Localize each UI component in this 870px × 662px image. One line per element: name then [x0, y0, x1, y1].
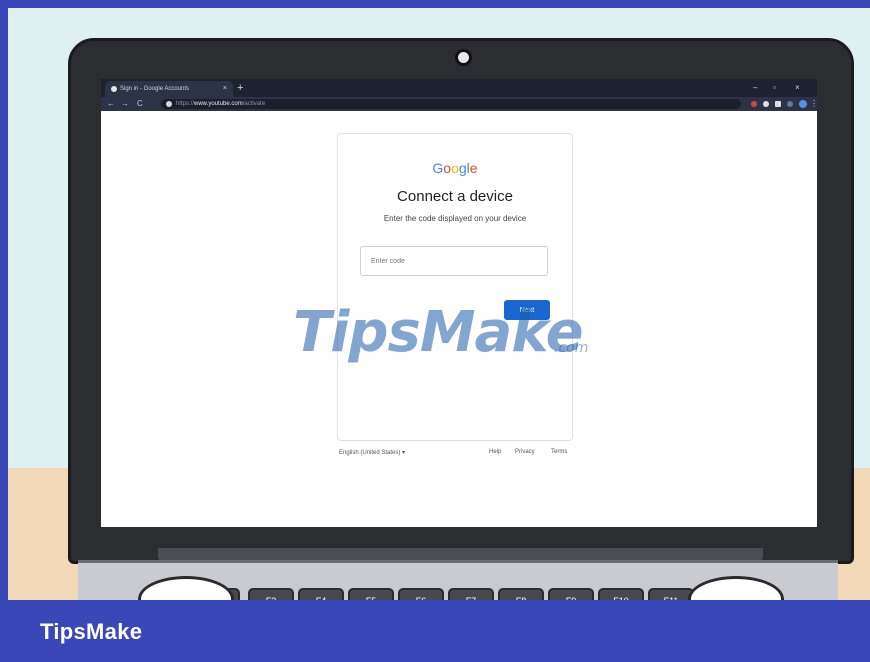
- privacy-link[interactable]: Privacy: [515, 449, 535, 455]
- logo-letter: o: [443, 160, 452, 176]
- watermark: TipsMake: [293, 300, 584, 365]
- browser-tab-bar: Sign in - Google Accounts × + – ▫ ×: [101, 79, 817, 97]
- url-scheme: https://: [176, 101, 195, 107]
- close-window-button[interactable]: ×: [795, 79, 800, 97]
- new-tab-button[interactable]: +: [237, 80, 243, 96]
- logo-letter: e: [469, 160, 478, 176]
- code-input[interactable]: [360, 246, 548, 276]
- instruction-text: Enter the code displayed on your device: [383, 214, 527, 223]
- tab-close-icon[interactable]: ×: [223, 81, 227, 97]
- brand-name: TipsMake: [40, 619, 143, 644]
- logo-letter: o: [451, 160, 459, 176]
- chevron-down-icon: ▾: [402, 450, 406, 456]
- keyboard-key: F3: [248, 588, 294, 600]
- language-selector[interactable]: English (United States) ▾: [339, 449, 405, 456]
- shield-icon[interactable]: [775, 101, 781, 107]
- url-path: /activate: [242, 101, 266, 107]
- logo-letter: G: [432, 160, 444, 176]
- activation-card: Google Connect a device Enter the code d…: [337, 133, 573, 441]
- keyboard-key: F5: [348, 588, 394, 600]
- page-title: Connect a device: [397, 188, 513, 205]
- keyboard-key: F7: [448, 588, 494, 600]
- google-logo: Google: [338, 160, 572, 176]
- language-label: English (United States): [339, 450, 401, 456]
- brand-banner: TipsMake: [0, 600, 870, 662]
- site-info-icon[interactable]: [166, 101, 172, 107]
- extension-icon[interactable]: [751, 101, 757, 107]
- address-url: https://www.youtube.com/activate: [176, 99, 265, 109]
- url-host: www.youtube.com: [194, 101, 243, 107]
- keyboard-key: F8: [498, 588, 544, 600]
- reload-button[interactable]: C: [137, 97, 143, 111]
- maximize-button[interactable]: ▫: [773, 79, 776, 97]
- terms-link[interactable]: Terms: [551, 449, 567, 455]
- browser-menu-icon[interactable]: ⋮: [810, 97, 817, 111]
- extension-icon[interactable]: [787, 101, 793, 107]
- tab-title: Sign in - Google Accounts: [120, 86, 190, 92]
- address-bar[interactable]: https://www.youtube.com/activate: [161, 99, 741, 109]
- logo-letter: g: [458, 160, 467, 176]
- keyboard-key: F9: [548, 588, 594, 600]
- watermark-suffix: .com: [554, 340, 589, 356]
- minimize-button[interactable]: –: [753, 79, 757, 97]
- back-button[interactable]: ←: [107, 97, 115, 111]
- browser-tab[interactable]: Sign in - Google Accounts ×: [105, 81, 233, 97]
- webcam-icon: [455, 49, 472, 66]
- help-link[interactable]: Help: [489, 449, 501, 455]
- keyboard-key: F4: [298, 588, 344, 600]
- google-favicon-icon: [111, 86, 117, 92]
- browser-toolbar: ← → C https://www.youtube.com/activate ⋮: [101, 97, 817, 111]
- forward-button[interactable]: →: [121, 97, 129, 111]
- profile-avatar-icon[interactable]: [799, 100, 807, 108]
- keyboard-key: F6: [398, 588, 444, 600]
- keyboard-key: F10: [598, 588, 644, 600]
- extension-icon[interactable]: [763, 101, 769, 107]
